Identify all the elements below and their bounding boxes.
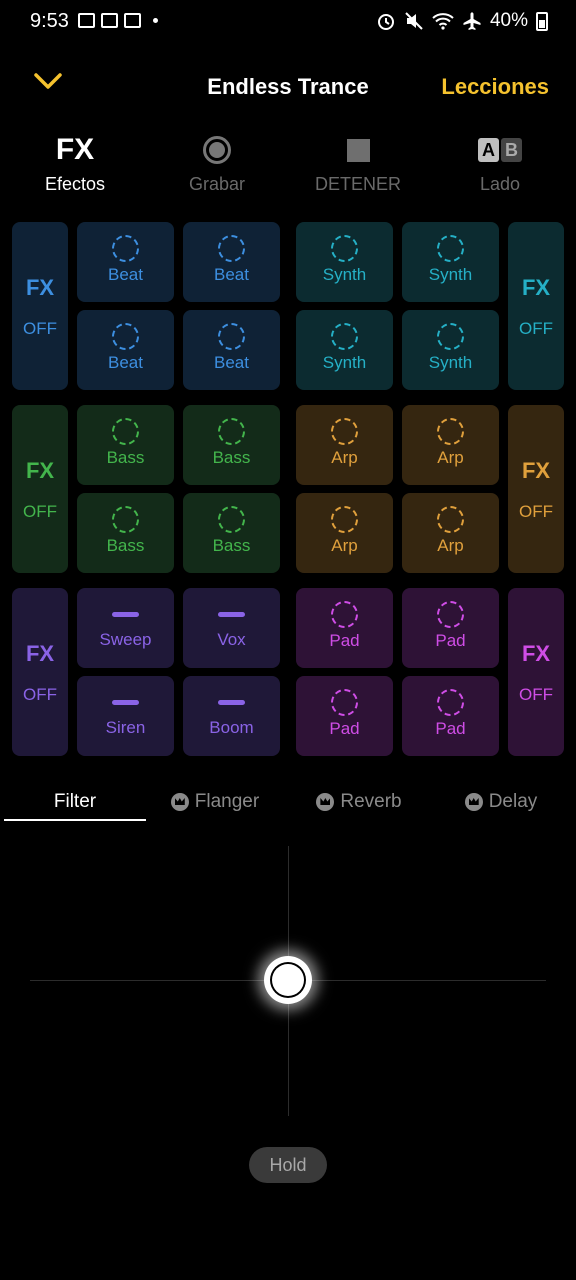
- loop-icon: [437, 506, 464, 533]
- xy-knob[interactable]: [264, 956, 312, 1004]
- loop-icon: [437, 689, 464, 716]
- record-button[interactable]: Grabar: [147, 130, 287, 195]
- airplane-icon: [463, 12, 481, 30]
- notification-icons: [78, 13, 158, 28]
- xy-effect-pad[interactable]: [30, 846, 546, 1116]
- fx-toggle-bass[interactable]: FX OFF: [12, 405, 68, 573]
- pad-arp-4[interactable]: Arp: [402, 493, 499, 573]
- pad-boom[interactable]: Boom: [183, 676, 280, 756]
- pad-vox[interactable]: Vox: [183, 588, 280, 668]
- one-shot-icon: [112, 612, 139, 617]
- pad-bass-4[interactable]: Bass: [183, 493, 280, 573]
- pad-bass-3[interactable]: Bass: [77, 493, 174, 573]
- stop-icon: [346, 138, 370, 162]
- alarm-icon: [377, 14, 394, 30]
- side-button[interactable]: AB Lado: [430, 130, 570, 195]
- loop-icon: [218, 418, 245, 445]
- pad-arp-3[interactable]: Arp: [296, 493, 393, 573]
- pad-beat-4[interactable]: Beat: [183, 310, 280, 390]
- loop-icon: [437, 235, 464, 262]
- fx-toggle-vocal[interactable]: FX OFF: [12, 588, 68, 756]
- tab-filter[interactable]: Filter: [4, 784, 146, 821]
- mute-icon: [405, 12, 423, 30]
- loop-icon: [331, 235, 358, 262]
- fx-toggle-pad[interactable]: FX OFF: [508, 588, 564, 756]
- one-shot-icon: [218, 700, 245, 705]
- pad-beat-1[interactable]: Beat: [77, 222, 174, 302]
- effects-label: Efectos: [44, 174, 106, 194]
- lessons-button[interactable]: Lecciones: [441, 74, 549, 100]
- side-label: Lado: [479, 174, 521, 194]
- battery-icon: [536, 11, 548, 31]
- pad-arp-1[interactable]: Arp: [296, 405, 393, 485]
- loop-icon: [331, 689, 358, 716]
- pad-siren[interactable]: Siren: [77, 676, 174, 756]
- pad-synth-4[interactable]: Synth: [402, 310, 499, 390]
- tab-reverb[interactable]: Reverb: [294, 784, 424, 820]
- loop-icon: [437, 323, 464, 350]
- pad-synth-3[interactable]: Synth: [296, 310, 393, 390]
- pad-sweep[interactable]: Sweep: [77, 588, 174, 668]
- status-bar: 9:53 40%: [0, 0, 576, 44]
- effects-button[interactable]: FX Efectos: [5, 130, 145, 195]
- loop-icon: [112, 235, 139, 262]
- loop-icon: [218, 235, 245, 262]
- tab-delay-label: Delay: [488, 791, 538, 812]
- more-notifications-icon: [153, 18, 158, 23]
- loop-icon: [437, 418, 464, 445]
- loop-icon: [218, 323, 245, 350]
- wifi-icon: [432, 13, 454, 30]
- crown-icon: [170, 793, 189, 811]
- loop-icon: [437, 601, 464, 628]
- app-notification-icon: [101, 13, 118, 28]
- fx-toggle-synth[interactable]: FX OFF: [508, 222, 564, 390]
- gallery-notification-icon: [78, 13, 95, 28]
- fx-toggle-arp[interactable]: FX OFF: [508, 405, 564, 573]
- crown-icon: [464, 793, 483, 811]
- ab-side-icon: AB: [478, 138, 522, 162]
- loop-icon: [112, 418, 139, 445]
- fx-toggle-beat[interactable]: FX OFF: [12, 222, 68, 390]
- toolbar: FX Efectos Grabar DETENER AB Lado: [0, 130, 576, 200]
- loop-icon: [112, 323, 139, 350]
- pad-bass-2[interactable]: Bass: [183, 405, 280, 485]
- loop-icon: [331, 418, 358, 445]
- pad-arp-2[interactable]: Arp: [402, 405, 499, 485]
- tab-filter-label: Filter: [53, 790, 97, 812]
- stop-label: DETENER: [314, 174, 401, 194]
- pad-pad-3[interactable]: Pad: [296, 676, 393, 756]
- pad-beat-2[interactable]: Beat: [183, 222, 280, 302]
- loop-icon: [331, 323, 358, 350]
- pad-pad-4[interactable]: Pad: [402, 676, 499, 756]
- loop-icon: [331, 506, 358, 533]
- status-icons: 40%: [376, 10, 548, 32]
- pad-beat-3[interactable]: Beat: [77, 310, 174, 390]
- hold-button[interactable]: Hold: [249, 1147, 327, 1183]
- pad-pad-2[interactable]: Pad: [402, 588, 499, 668]
- stop-button[interactable]: DETENER: [288, 130, 428, 195]
- one-shot-icon: [112, 700, 139, 705]
- fx-icon: FX: [55, 133, 95, 166]
- pad-pad-1[interactable]: Pad: [296, 588, 393, 668]
- crown-icon: [316, 793, 335, 811]
- tab-flanger-label: Flanger: [194, 791, 260, 812]
- loop-icon: [112, 506, 139, 533]
- battery-level: 40%: [489, 10, 528, 31]
- record-label: Grabar: [188, 174, 246, 194]
- tab-delay[interactable]: Delay: [436, 784, 566, 820]
- loop-icon: [218, 506, 245, 533]
- tab-reverb-label: Reverb: [340, 791, 402, 812]
- pad-bass-1[interactable]: Bass: [77, 405, 174, 485]
- tab-flanger[interactable]: Flanger: [150, 784, 280, 820]
- app-notification-icon: [124, 13, 141, 28]
- pad-synth-1[interactable]: Synth: [296, 222, 393, 302]
- status-time: 9:53: [30, 10, 69, 32]
- effect-tabs: Filter Flanger Reverb Delay: [0, 784, 576, 824]
- pad-synth-2[interactable]: Synth: [402, 222, 499, 302]
- record-icon: [203, 136, 231, 164]
- one-shot-icon: [218, 612, 245, 617]
- loop-icon: [331, 601, 358, 628]
- header: Endless Trance Lecciones: [0, 62, 576, 110]
